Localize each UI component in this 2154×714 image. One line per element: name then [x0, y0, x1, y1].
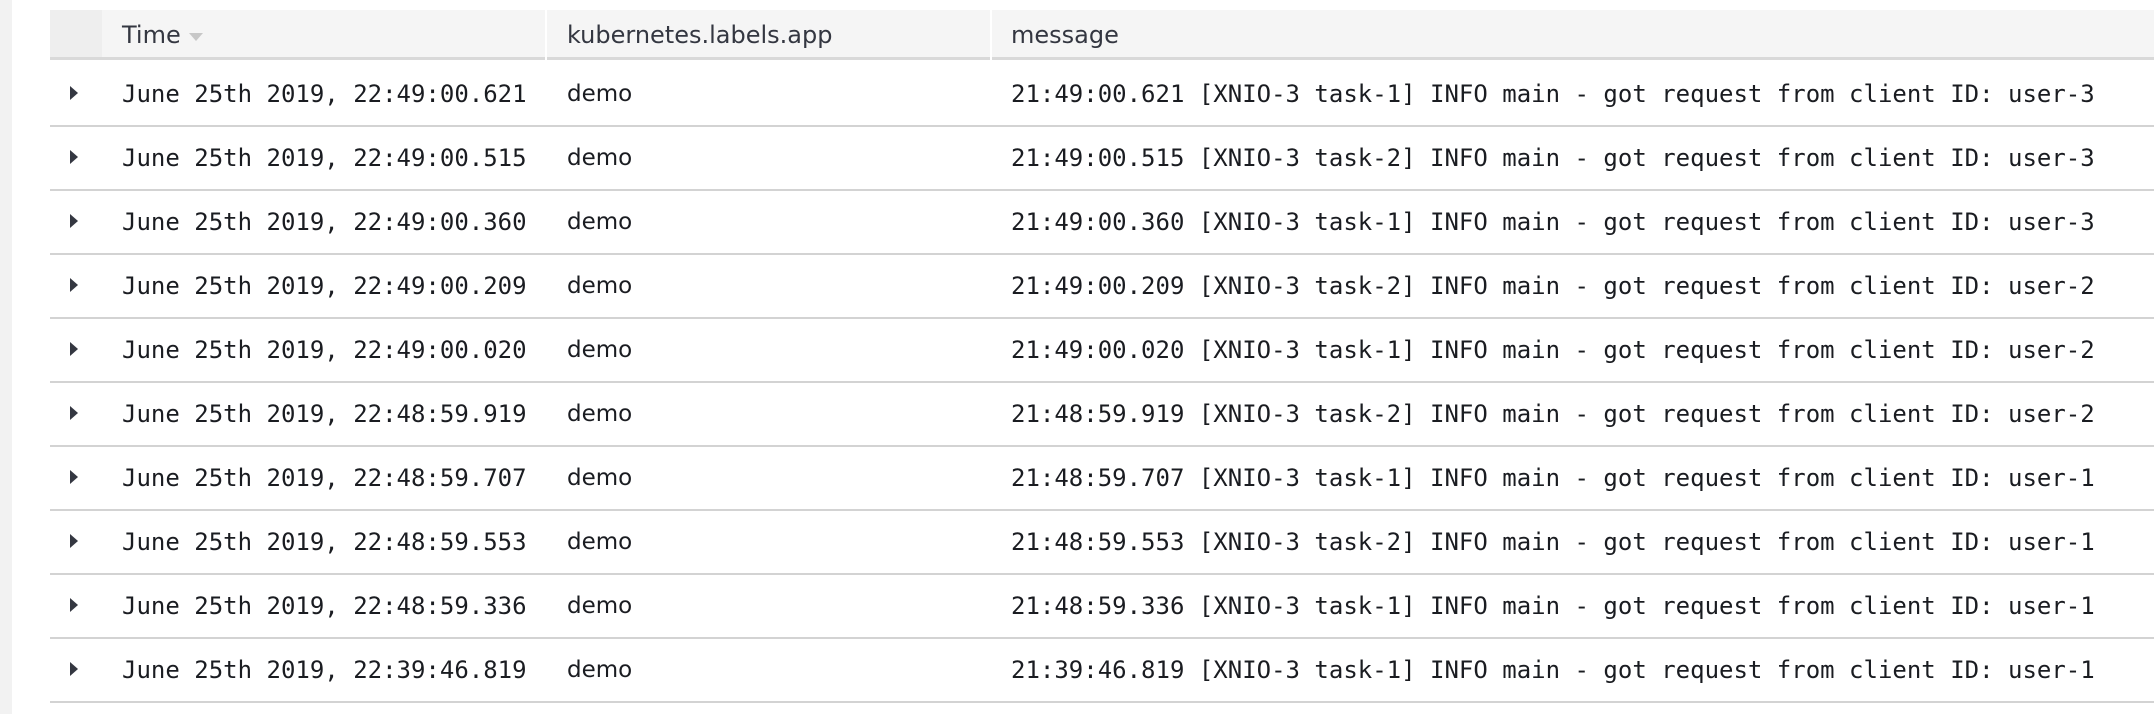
message-cell: 21:49:00.020 [XNIO-3 task-1] INFO main -…: [1011, 336, 2095, 364]
column-header-app[interactable]: kubernetes.labels.app: [567, 10, 832, 60]
app-cell: demo: [567, 401, 633, 427]
expand-row-icon[interactable]: [70, 534, 78, 548]
table-row[interactable]: June 25th 2019, 22:48:59.919 demo 21:48:…: [50, 383, 2154, 447]
table-row[interactable]: June 25th 2019, 22:49:00.621 demo 21:49:…: [50, 63, 2154, 127]
expand-row-icon[interactable]: [70, 342, 78, 356]
header-expander-column: [50, 10, 102, 60]
expand-row-icon[interactable]: [70, 86, 78, 100]
app-cell: demo: [567, 465, 633, 491]
expand-row-icon[interactable]: [70, 214, 78, 228]
time-cell: June 25th 2019, 22:49:00.020: [122, 336, 527, 364]
column-header-app-label: kubernetes.labels.app: [567, 21, 833, 49]
expand-row-icon[interactable]: [70, 470, 78, 484]
time-cell: June 25th 2019, 22:48:59.336: [122, 592, 527, 620]
expand-row-icon[interactable]: [70, 662, 78, 676]
time-cell: June 25th 2019, 22:49:00.209: [122, 272, 527, 300]
message-cell: 21:49:00.515 [XNIO-3 task-2] INFO main -…: [1011, 144, 2095, 172]
table-row[interactable]: June 25th 2019, 22:49:00.515 demo 21:49:…: [50, 127, 2154, 191]
time-cell: June 25th 2019, 22:49:00.360: [122, 208, 527, 236]
column-divider[interactable]: [545, 10, 547, 60]
table-row[interactable]: June 25th 2019, 22:39:46.819 demo 21:39:…: [50, 639, 2154, 703]
message-cell: 21:48:59.919 [XNIO-3 task-2] INFO main -…: [1011, 400, 2095, 428]
time-cell: June 25th 2019, 22:48:59.553: [122, 528, 527, 556]
expand-row-icon[interactable]: [70, 150, 78, 164]
sort-descending-icon[interactable]: [188, 33, 203, 41]
app-cell: demo: [567, 337, 633, 363]
table-row[interactable]: June 25th 2019, 22:49:00.360 demo 21:49:…: [50, 191, 2154, 255]
log-table-page: Time kubernetes.labels.app message June …: [0, 0, 2154, 714]
message-cell: 21:39:46.819 [XNIO-3 task-1] INFO main -…: [1011, 656, 2095, 684]
time-cell: June 25th 2019, 22:48:59.919: [122, 400, 527, 428]
time-cell: June 25th 2019, 22:48:59.707: [122, 464, 527, 492]
table-row[interactable]: June 25th 2019, 22:49:00.020 demo 21:49:…: [50, 319, 2154, 383]
app-cell: demo: [567, 81, 633, 107]
table-row[interactable]: June 25th 2019, 22:48:59.336 demo 21:48:…: [50, 575, 2154, 639]
message-cell: 21:49:00.621 [XNIO-3 task-1] INFO main -…: [1011, 80, 2095, 108]
table-body: June 25th 2019, 22:49:00.621 demo 21:49:…: [50, 63, 2154, 703]
app-cell: demo: [567, 145, 633, 171]
expand-row-icon[interactable]: [70, 278, 78, 292]
table-row[interactable]: June 25th 2019, 22:48:59.553 demo 21:48:…: [50, 511, 2154, 575]
app-cell: demo: [567, 209, 633, 235]
column-header-time[interactable]: Time: [122, 10, 203, 60]
expand-row-icon[interactable]: [70, 598, 78, 612]
table-row[interactable]: June 25th 2019, 22:48:59.707 demo 21:48:…: [50, 447, 2154, 511]
column-header-message-label: message: [1011, 21, 1119, 49]
message-cell: 21:48:59.553 [XNIO-3 task-2] INFO main -…: [1011, 528, 2095, 556]
time-cell: June 25th 2019, 22:49:00.515: [122, 144, 527, 172]
message-cell: 21:48:59.707 [XNIO-3 task-1] INFO main -…: [1011, 464, 2095, 492]
column-header-message[interactable]: message: [1011, 10, 1119, 60]
message-cell: 21:49:00.209 [XNIO-3 task-2] INFO main -…: [1011, 272, 2095, 300]
app-cell: demo: [567, 657, 633, 683]
app-cell: demo: [567, 593, 633, 619]
column-header-time-label: Time: [122, 21, 181, 49]
time-cell: June 25th 2019, 22:49:00.621: [122, 80, 527, 108]
time-cell: June 25th 2019, 22:39:46.819: [122, 656, 527, 684]
message-cell: 21:49:00.360 [XNIO-3 task-1] INFO main -…: [1011, 208, 2095, 236]
table-row[interactable]: June 25th 2019, 22:49:00.209 demo 21:49:…: [50, 255, 2154, 319]
message-cell: 21:48:59.336 [XNIO-3 task-1] INFO main -…: [1011, 592, 2095, 620]
left-gutter: [0, 0, 12, 714]
app-cell: demo: [567, 273, 633, 299]
app-cell: demo: [567, 529, 633, 555]
expand-row-icon[interactable]: [70, 406, 78, 420]
column-divider[interactable]: [990, 10, 992, 60]
